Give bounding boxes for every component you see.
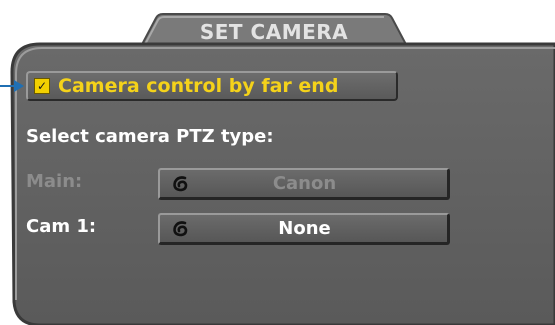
- swirl-icon: [173, 220, 188, 236]
- set-camera-dialog: SET CAMERA ✓ Camera control by far end S…: [0, 0, 555, 325]
- checkbox-label: Camera control by far end: [58, 75, 339, 97]
- main-camera-label: Main:: [26, 171, 83, 192]
- main-camera-ptz-select[interactable]: Canon: [158, 168, 450, 200]
- camera-control-far-end-checkbox[interactable]: ✓ Camera control by far end: [26, 71, 398, 101]
- pointer-arrow-icon: [0, 80, 24, 92]
- cam1-value: None: [278, 218, 331, 239]
- cam1-label: Cam 1:: [26, 216, 97, 237]
- swirl-icon: [173, 175, 188, 191]
- cam1-ptz-select[interactable]: None: [158, 213, 450, 245]
- checkbox-check-icon: ✓: [34, 78, 50, 94]
- main-camera-value: Canon: [272, 173, 337, 194]
- ptz-type-section-label: Select camera PTZ type:: [26, 126, 274, 147]
